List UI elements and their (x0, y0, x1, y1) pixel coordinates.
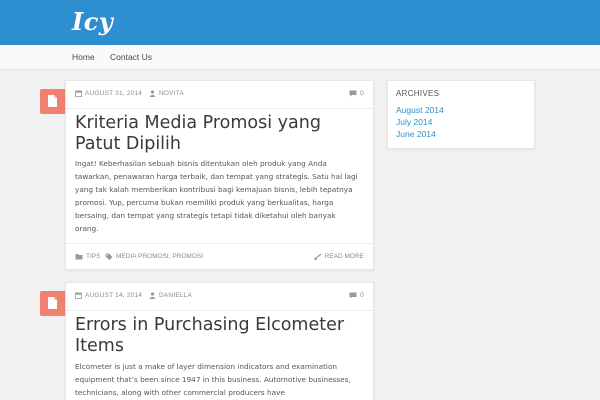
post-author[interactable]: DANIELLA (149, 292, 192, 299)
post-comments[interactable]: 0 (349, 90, 364, 97)
post-date[interactable]: AUGUST 14, 2014 (75, 292, 142, 299)
calendar-icon (75, 292, 82, 299)
link-icon (313, 253, 322, 260)
comment-count: 0 (360, 292, 364, 299)
read-more-text: READ MORE (324, 253, 364, 260)
post-date-text: AUGUST 31, 2014 (85, 90, 143, 97)
archive-link-june-2014[interactable]: June 2014 (396, 129, 436, 139)
divider (66, 243, 373, 244)
nav-item-home[interactable]: Home (72, 52, 95, 62)
comment-icon (349, 90, 357, 97)
archive-link-july-2014[interactable]: July 2014 (396, 117, 432, 127)
divider (66, 310, 373, 311)
user-icon (149, 292, 156, 299)
post-author-text: DANIELLA (159, 292, 193, 299)
post-comments[interactable]: 0 (349, 292, 364, 299)
folder-icon (75, 254, 83, 260)
post-date[interactable]: AUGUST 31, 2014 (75, 90, 142, 97)
post-format-badge (40, 89, 65, 114)
tag-icon (105, 253, 113, 260)
document-icon (48, 297, 57, 309)
post-meta: AUGUST 31, 2014 NOVITA 0 (75, 90, 364, 102)
post-tags[interactable]: MEDIA PROMOSI, PROMOSI (105, 253, 203, 260)
post-excerpt: Elcometer is just a make of layer dimens… (75, 362, 351, 397)
main-nav: Home Contact Us (0, 45, 600, 70)
post-tags-text: MEDIA PROMOSI, PROMOSI (116, 253, 204, 260)
calendar-icon (75, 90, 82, 97)
post-author[interactable]: NOVITA (149, 90, 184, 97)
site-header: Icy (0, 0, 600, 45)
post-author-text: NOVITA (159, 90, 184, 97)
archives-widget: ARCHIVES August 2014 July 2014 June 2014 (387, 80, 535, 149)
comment-icon (349, 292, 357, 299)
read-more-link[interactable]: READ MORE (313, 253, 364, 260)
post-format-badge (40, 291, 65, 316)
post-footer: TIPS MEDIA PROMOSI, PROMOSI READ MORE (75, 253, 364, 265)
divider (66, 108, 373, 109)
post-card: AUGUST 14, 2014 DANIELLA 0 Errors in Pur… (65, 282, 374, 400)
post-category-text: TIPS (86, 253, 101, 260)
post-excerpt: Ingat! Keberhasilan sebuah bisnis ditent… (75, 159, 358, 233)
post-meta: AUGUST 14, 2014 DANIELLA 0 (75, 292, 364, 304)
post-date-text: AUGUST 14, 2014 (85, 292, 143, 299)
widget-title: ARCHIVES (396, 89, 440, 98)
post-title[interactable]: Kriteria Media Promosi yang Patut Dipili… (75, 113, 365, 155)
nav-item-contact-us[interactable]: Contact Us (110, 52, 152, 62)
comment-count: 0 (360, 90, 364, 97)
site-logo[interactable]: Icy (72, 7, 113, 36)
document-icon (48, 95, 57, 107)
user-icon (149, 90, 156, 97)
archive-link-august-2014[interactable]: August 2014 (396, 105, 444, 115)
post-title[interactable]: Errors in Purchasing Elcometer Items (75, 315, 365, 357)
post-category[interactable]: TIPS (75, 253, 100, 260)
post-card: AUGUST 31, 2014 NOVITA 0 Kriteria Media … (65, 80, 374, 270)
